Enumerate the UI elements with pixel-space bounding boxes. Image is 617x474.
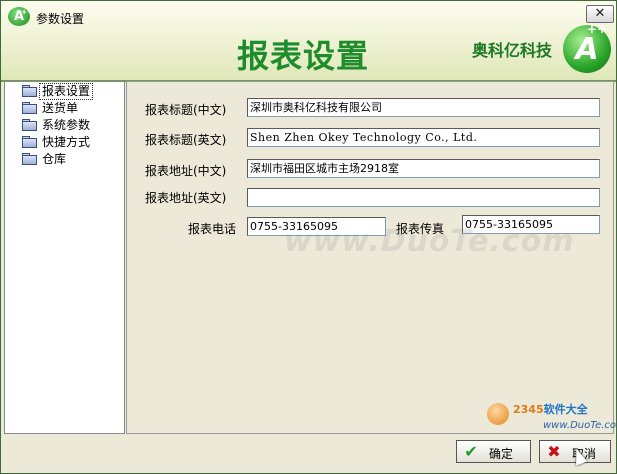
address-en-label: 报表地址(英文) [145, 191, 227, 205]
brand-logo-icon: A ++ [563, 22, 611, 73]
watermark: www.DuoTe.com [284, 224, 575, 259]
site-brand: 2345软件大全 [513, 403, 588, 416]
cross-icon: ✖ [547, 442, 561, 461]
title-cn-input[interactable]: 深圳市奥科亿科技有限公司 [247, 98, 600, 117]
folder-icon [22, 102, 37, 114]
tree-item-label: 快捷方式 [42, 135, 91, 149]
settings-tree: 报表设置 送货单 系统参数 快捷方式 仓库 [4, 81, 125, 434]
site-badge: 2345软件大全 www.DuoTe.com [483, 399, 617, 435]
folder-icon [22, 85, 37, 97]
tree-item-label: 报表设置 [38, 83, 94, 100]
folder-icon [22, 136, 37, 148]
folder-icon [22, 153, 37, 165]
address-cn-input[interactable]: 深圳市福田区城市主场2918室 [247, 159, 600, 178]
folder-icon [22, 119, 37, 131]
app-logo-icon: A ++ [8, 7, 33, 26]
address-cn-label: 报表地址(中文) [145, 164, 227, 178]
tree-item-report-settings[interactable]: 报表设置 [22, 83, 94, 100]
address-en-input[interactable] [247, 188, 600, 207]
ok-button[interactable]: ✔ 确定 [456, 440, 531, 463]
ok-button-label: 确定 [489, 447, 514, 461]
tree-item-shortcuts[interactable]: 快捷方式 [22, 135, 92, 151]
tree-item-system-params[interactable]: 系统参数 [22, 118, 92, 134]
tree-item-label: 系统参数 [42, 118, 91, 132]
header-banner: A ++ 参数设置 ✕ 报表设置 奥科亿科技 A ++ [1, 1, 616, 80]
tree-item-warehouse[interactable]: 仓库 [22, 152, 68, 168]
page-title: 报表设置 [237, 37, 370, 75]
title-en-input[interactable]: Shen Zhen Okey Technology Co., Ltd. [247, 128, 600, 147]
title-en-label: 报表标题(英文) [145, 133, 227, 147]
title-cn-label: 报表标题(中文) [145, 103, 227, 117]
settings-window: A ++ 参数设置 ✕ 报表设置 奥科亿科技 A ++ 报表设置 送货单 系统参数 … [0, 0, 617, 474]
window-title: 参数设置 [36, 12, 85, 26]
phone-label: 报表电话 [188, 222, 237, 236]
tree-item-label: 仓库 [42, 152, 67, 166]
close-icon: ✕ [594, 6, 606, 21]
site-url: www.DuoTe.com [543, 420, 617, 431]
checkmark-icon: ✔ [464, 442, 478, 461]
tree-item-label: 送货单 [42, 101, 79, 115]
tree-item-delivery-note[interactable]: 送货单 [22, 101, 80, 117]
company-name: 奥科亿科技 [472, 41, 553, 60]
mascot-icon [487, 403, 509, 425]
